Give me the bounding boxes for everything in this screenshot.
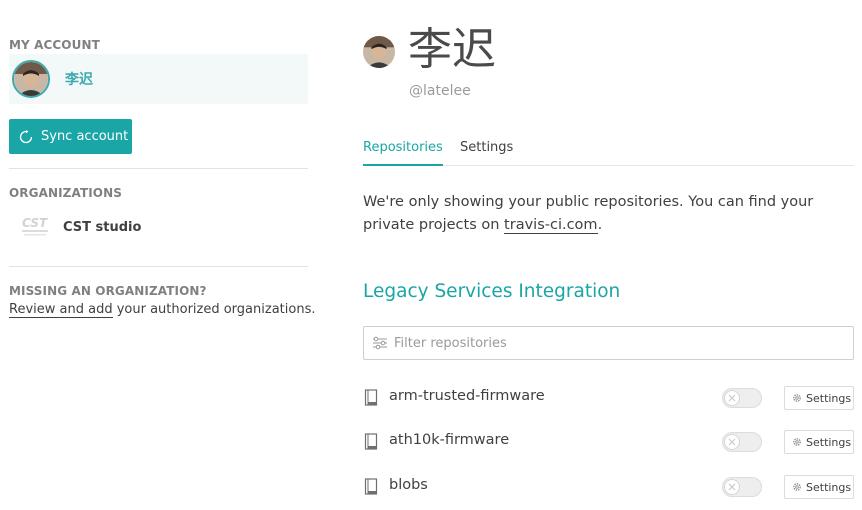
repo-settings-button[interactable]: Settings [784, 475, 854, 499]
toggle-knob [724, 479, 740, 495]
repository-icon [364, 433, 378, 450]
close-icon [728, 394, 736, 402]
toggle-knob [724, 434, 740, 450]
missing-organization-heading: MISSING AN ORGANIZATION? [9, 284, 207, 298]
org-name: CST studio [63, 219, 142, 235]
travis-ci-com-link[interactable]: travis-ci.com [504, 217, 598, 234]
gear-icon [793, 438, 801, 446]
filter-repositories-input[interactable] [394, 335, 834, 351]
account-item[interactable]: 李迟 [9, 54, 308, 104]
filter-repositories-box[interactable] [363, 326, 854, 360]
public-repos-notice: We're only showing your public repositor… [363, 191, 854, 237]
avatar [12, 60, 50, 98]
divider [9, 266, 308, 267]
sync-icon [19, 129, 33, 143]
account-name: 李迟 [65, 72, 93, 88]
gear-icon [793, 483, 801, 491]
repository-icon [364, 389, 378, 406]
tab-repositories[interactable]: Repositories [363, 140, 443, 166]
repo-row: blobs Settings [363, 475, 854, 499]
profile-avatar [363, 36, 395, 68]
repo-toggle[interactable] [722, 432, 762, 452]
repo-row: ath10k-firmware Settings [363, 430, 854, 454]
repo-settings-button[interactable]: Settings [784, 386, 854, 410]
organizations-heading: ORGANIZATIONS [9, 186, 122, 200]
repository-icon [364, 478, 378, 495]
divider [9, 168, 308, 169]
close-icon [728, 483, 736, 491]
repo-name[interactable]: blobs [389, 477, 428, 493]
toggle-knob [724, 390, 740, 406]
filter-sliders-icon [373, 336, 387, 350]
review-and-add-link[interactable]: Review and add [9, 302, 113, 318]
profile-tabs: Repositories Settings [363, 140, 854, 166]
my-account-heading: MY ACCOUNT [9, 38, 100, 52]
repo-name[interactable]: ath10k-firmware [389, 432, 509, 448]
repo-row: arm-trusted-firmware Settings [363, 386, 854, 410]
missing-organization-text: Review and add your authorized organizat… [9, 302, 316, 318]
gear-icon [793, 394, 801, 402]
repo-settings-button[interactable]: Settings [784, 430, 854, 454]
repo-name[interactable]: arm-trusted-firmware [389, 388, 545, 404]
org-item-cst-studio[interactable]: CST CST studio [9, 211, 141, 243]
repo-toggle[interactable] [722, 388, 762, 408]
repo-toggle[interactable] [722, 477, 762, 497]
legacy-services-heading: Legacy Services Integration [363, 281, 621, 302]
org-logo: CST [13, 212, 57, 242]
travis-profile-page: MY ACCOUNT 李迟 Sync account ORGANIZATIONS… [0, 0, 862, 510]
profile-handle: @latelee [409, 83, 471, 99]
profile-name: 李迟 [408, 24, 496, 75]
repo-settings-label: Settings [806, 391, 852, 405]
svg-text:CST: CST [22, 216, 48, 230]
sync-account-button[interactable]: Sync account [9, 119, 132, 154]
tab-settings[interactable]: Settings [460, 140, 513, 166]
repo-settings-label: Settings [806, 435, 852, 449]
missing-organization-rest: your authorized organizations. [112, 302, 316, 317]
close-icon [728, 438, 736, 446]
sync-account-label: Sync account [41, 129, 129, 144]
notice-text-end: . [597, 217, 603, 233]
repo-settings-label: Settings [806, 480, 852, 494]
